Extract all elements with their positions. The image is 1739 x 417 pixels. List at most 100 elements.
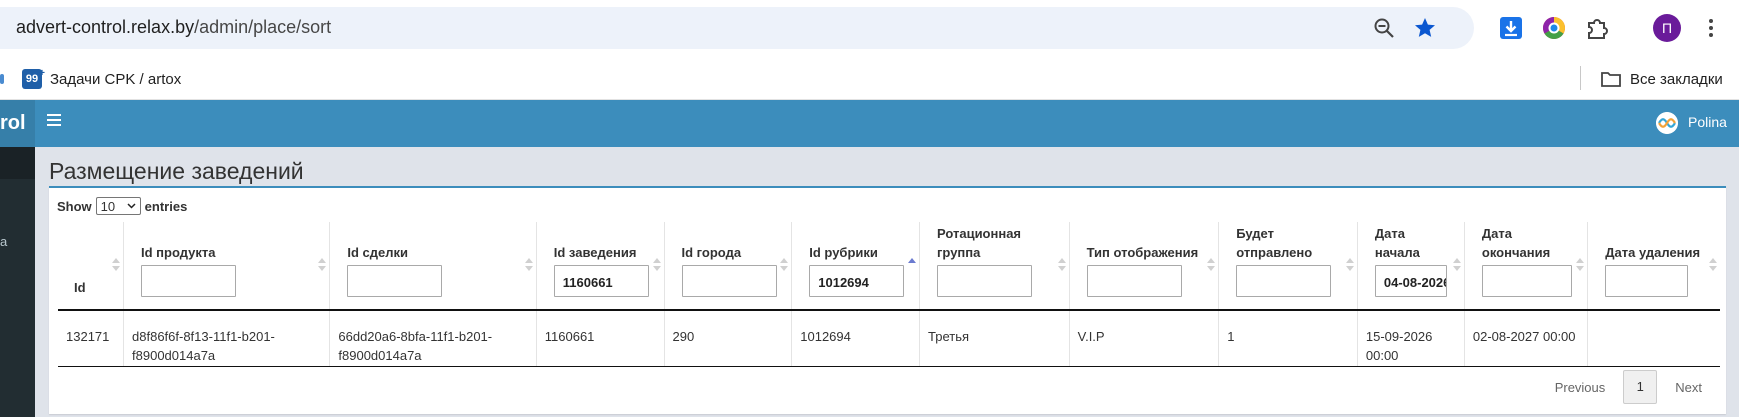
column-header-label: Id рубрики (809, 245, 878, 260)
filter-input-will-be-sent[interactable] (1236, 265, 1332, 297)
filter-input-rotation-group[interactable] (937, 265, 1033, 297)
column-header-city-id[interactable]: Id города (663, 222, 792, 311)
column-header-start-date[interactable]: Дата начала 04-08-2026 (1356, 222, 1465, 311)
previous-page-button[interactable]: Previous (1537, 380, 1624, 395)
page-1-button[interactable]: 1 (1623, 370, 1658, 404)
column-header-label: Id заведения (553, 245, 637, 260)
bookmarks-separator (1580, 66, 1581, 90)
chevron-down-icon (127, 203, 136, 209)
sort-icon (524, 258, 533, 272)
column-header-label: Id продукта (141, 245, 216, 260)
app-header: rol Polina (0, 100, 1739, 147)
table-length-control: Show 10 entries (57, 197, 187, 215)
filter-input-end-date[interactable] (1481, 265, 1572, 297)
placements-table: Id Id продукта Id сделки Id заведения 116… (58, 222, 1720, 367)
cell-place-id: 1160661 (535, 310, 665, 367)
filter-input-place-id[interactable]: 1160661 (553, 265, 649, 297)
column-header-will-be-sent[interactable]: Будет отправлено (1218, 222, 1358, 311)
filter-input-city-id[interactable] (681, 265, 777, 297)
tasks-favicon-text: 99 (25, 73, 39, 85)
app-logo[interactable]: rol (0, 100, 35, 147)
folder-icon (1601, 72, 1621, 87)
pagination: Previous 1 Next (1537, 370, 1720, 404)
filter-input-product-id[interactable] (141, 265, 237, 297)
filter-input-rubric-id[interactable]: 1012694 (809, 265, 905, 297)
cell-will-be-sent: 1 (1218, 310, 1358, 367)
show-label: Show (57, 198, 92, 214)
filter-input-deletion-date[interactable] (1605, 265, 1689, 297)
cell-deletion-date (1587, 310, 1720, 367)
bookmark-star-icon[interactable] (1413, 16, 1437, 40)
user-avatar[interactable] (1656, 112, 1678, 134)
color-picker-extension-icon[interactable] (1540, 14, 1568, 42)
entries-label: entries (144, 198, 188, 214)
table-row[interactable]: 132171 d8f86f6f-8f13-11f1-b201-f8900d014… (58, 310, 1720, 367)
bookmark-tasks-label: Задачи CPK / artox (50, 70, 182, 88)
column-header-rotation-group[interactable]: Ротационная группа (919, 222, 1070, 311)
cell-id: 132171 (58, 310, 124, 367)
column-header-product-id[interactable]: Id продукта (123, 222, 330, 311)
column-header-deal-id[interactable]: Id сделки (329, 222, 537, 311)
page-title: Размещение заведений (49, 158, 304, 184)
extensions-puzzle-icon[interactable] (1583, 14, 1611, 42)
filter-input-start-date[interactable]: 04-08-2026 (1374, 265, 1447, 297)
sidebar-item-label[interactable]: a (0, 234, 7, 249)
table-header-row: Id Id продукта Id сделки Id заведения 116… (58, 222, 1720, 311)
cell-product-id: d8f86f6f-8f13-11f1-b201-f8900d014a7a (123, 310, 330, 367)
sidebar-toggle-icon[interactable] (47, 114, 61, 128)
sort-icon (1452, 258, 1461, 272)
url-text[interactable]: advert-control.relax.by/admin/place/sort (16, 17, 331, 38)
logo-text: rol (0, 112, 26, 134)
content-box: Show 10 entries Id Id продукта Id сделки… (49, 186, 1726, 414)
column-header-label: Дата удаления (1605, 245, 1701, 260)
cell-rotation-group: Третья (919, 310, 1070, 367)
sort-icon (1345, 258, 1354, 272)
filter-input-deal-id[interactable] (347, 265, 443, 297)
filter-input-display-type[interactable] (1086, 265, 1182, 297)
next-page-button[interactable]: Next (1657, 380, 1720, 395)
column-header-label: Будет отправлено (1236, 226, 1313, 260)
user-name[interactable]: Polina (1688, 114, 1727, 130)
sort-icon (112, 258, 121, 272)
sort-ascending-icon (908, 258, 917, 272)
sort-icon (652, 258, 661, 272)
zoom-out-icon[interactable] (1373, 17, 1395, 39)
column-header-place-id[interactable]: Id заведения 1160661 (535, 222, 665, 311)
url-host: advert-control.relax.by (16, 17, 195, 37)
sort-icon (1709, 258, 1717, 272)
column-header-label: Ротационная группа (937, 226, 1022, 260)
column-header-id[interactable]: Id (58, 222, 124, 311)
column-header-rubric-id[interactable]: Id рубрики 1012694 (791, 222, 920, 311)
column-header-label: Дата окончания (1481, 226, 1551, 260)
tasks-favicon-plus: + (39, 68, 45, 79)
sidebar-item-active[interactable] (0, 147, 35, 179)
bookmarks-bar: 99 + Задачи CPK / artox Все закладки (0, 58, 1739, 100)
cell-city-id: 290 (663, 310, 792, 367)
sidebar: a (0, 147, 35, 417)
column-header-label: Тип отображения (1086, 245, 1199, 260)
browser-toolbar: advert-control.relax.by/admin/place/sort… (0, 0, 1739, 58)
column-header-deletion-date[interactable]: Дата удаления (1587, 222, 1720, 311)
column-header-label: Дата начала (1374, 226, 1420, 260)
column-header-display-type[interactable]: Тип отображения (1068, 222, 1219, 311)
entries-per-page-select[interactable]: 10 (95, 197, 141, 215)
cell-start-date: 15-09-2026 00:00 (1356, 310, 1465, 367)
address-bar[interactable]: advert-control.relax.by/admin/place/sort (0, 7, 1474, 49)
bookmark-tasks[interactable]: 99 + Задачи CPK / artox (22, 65, 181, 93)
profile-avatar[interactable]: П (1653, 14, 1681, 42)
url-path: /admin/place/sort (194, 17, 332, 37)
browser-menu-icon[interactable] (1703, 14, 1719, 42)
sort-icon (780, 258, 789, 272)
column-header-end-date[interactable]: Дата окончания (1463, 222, 1588, 311)
bookmark-partial-icon[interactable] (0, 74, 4, 84)
cell-deal-id: 66dd20a6-8bfa-11f1-b201-f8900d014a7a (329, 310, 537, 367)
all-bookmarks-button[interactable]: Все закладки (1600, 66, 1723, 92)
sort-icon (1576, 258, 1585, 272)
downloads-icon[interactable] (1497, 14, 1525, 42)
all-bookmarks-label: Все закладки (1630, 70, 1723, 88)
column-header-label: Id (74, 280, 86, 295)
cell-rubric-id: 1012694 (791, 310, 920, 367)
tasks-favicon-icon: 99 + (22, 68, 45, 89)
cell-end-date: 02-08-2027 00:00 (1463, 310, 1588, 367)
entries-per-page-value: 10 (100, 198, 116, 214)
